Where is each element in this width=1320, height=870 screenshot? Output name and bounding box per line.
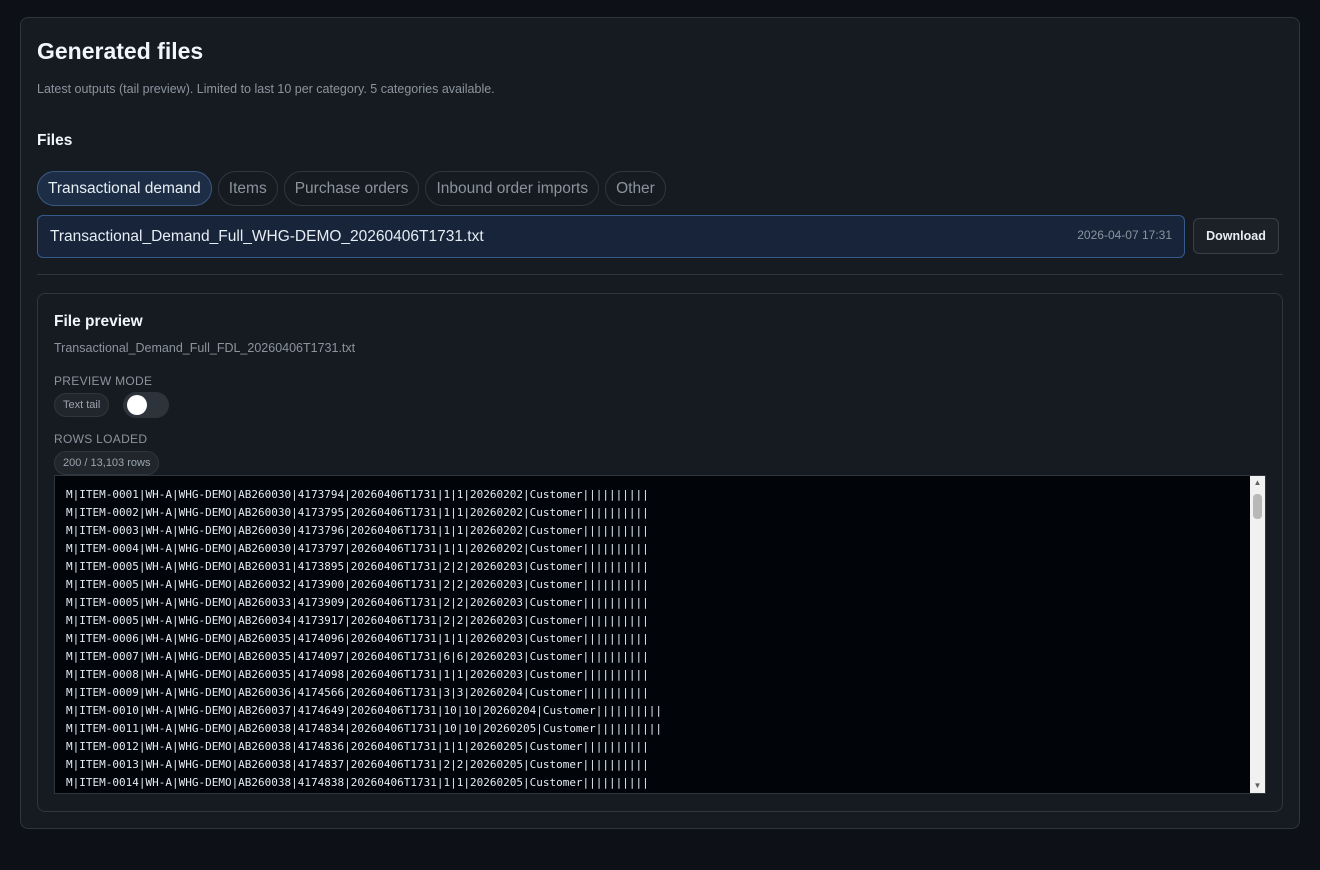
page-title: Generated files (37, 38, 204, 64)
console-line: M|ITEM-0004|WH-A|WHG-DEMO|AB260030|41737… (66, 542, 649, 555)
console-line: M|ITEM-0013|WH-A|WHG-DEMO|AB260038|41748… (66, 758, 649, 771)
page-subtitle: Latest outputs (tail preview). Limited t… (37, 82, 495, 96)
console-line: M|ITEM-0005|WH-A|WHG-DEMO|AB260034|41739… (66, 614, 649, 627)
console-line: M|ITEM-0007|WH-A|WHG-DEMO|AB260035|41740… (66, 650, 649, 663)
preview-filename: Transactional_Demand_Full_FDL_20260406T1… (54, 341, 356, 355)
console-line: M|ITEM-0008|WH-A|WHG-DEMO|AB260035|41740… (66, 668, 649, 681)
console-line: M|ITEM-0011|WH-A|WHG-DEMO|AB260038|41748… (66, 722, 663, 735)
console-line: M|ITEM-0012|WH-A|WHG-DEMO|AB260038|41748… (66, 740, 649, 753)
rows-loaded-label: ROWS LOADED (54, 432, 148, 446)
console-line: M|ITEM-0010|WH-A|WHG-DEMO|AB260037|41746… (66, 704, 663, 717)
file-date: 2026-04-07 17:31 (1077, 228, 1172, 242)
scroll-thumb[interactable] (1253, 494, 1262, 519)
scroll-down-arrow-icon[interactable]: ▼ (1250, 779, 1265, 793)
console-line: M|ITEM-0005|WH-A|WHG-DEMO|AB260033|41739… (66, 596, 649, 609)
console-lines: M|ITEM-0001|WH-A|WHG-DEMO|AB260030|41737… (66, 486, 662, 792)
tab-items[interactable]: Items (217, 171, 278, 206)
category-tabs: Transactional demand Items Purchase orde… (37, 171, 666, 206)
preview-title: File preview (54, 313, 143, 330)
selected-file-row[interactable]: Transactional_Demand_Full_WHG-DEMO_20260… (37, 215, 1185, 258)
vertical-scrollbar[interactable]: ▲ ▼ (1250, 476, 1265, 793)
rows-loaded-badge: 200 / 13,103 rows (54, 451, 160, 475)
tab-purchase-orders[interactable]: Purchase orders (283, 171, 420, 206)
tab-inbound-order-imports[interactable]: Inbound order imports (425, 171, 600, 206)
console-line: M|ITEM-0002|WH-A|WHG-DEMO|AB260030|41737… (66, 506, 649, 519)
tab-other[interactable]: Other (605, 171, 666, 206)
console-line: M|ITEM-0014|WH-A|WHG-DEMO|AB260038|41748… (66, 776, 649, 789)
preview-console[interactable]: M|ITEM-0001|WH-A|WHG-DEMO|AB260030|41737… (54, 475, 1266, 794)
console-line: M|ITEM-0006|WH-A|WHG-DEMO|AB260035|41740… (66, 632, 649, 645)
preview-mode-toggle[interactable] (123, 392, 169, 418)
file-preview-card: File preview Transactional_Demand_Full_F… (37, 293, 1283, 812)
files-heading: Files (37, 132, 73, 149)
console-line: M|ITEM-0009|WH-A|WHG-DEMO|AB260036|41745… (66, 686, 649, 699)
console-line: M|ITEM-0003|WH-A|WHG-DEMO|AB260030|41737… (66, 524, 649, 537)
console-line: M|ITEM-0005|WH-A|WHG-DEMO|AB260032|41739… (66, 578, 649, 591)
file-name: Transactional_Demand_Full_WHG-DEMO_20260… (50, 228, 484, 245)
tab-transactional-demand[interactable]: Transactional demand (37, 171, 212, 206)
preview-mode-badge: Text tail (54, 393, 110, 417)
scroll-up-arrow-icon[interactable]: ▲ (1250, 476, 1265, 490)
download-button[interactable]: Download (1193, 218, 1279, 254)
preview-mode-label: PREVIEW MODE (54, 374, 153, 388)
console-line: M|ITEM-0005|WH-A|WHG-DEMO|AB260031|41738… (66, 560, 649, 573)
generated-files-panel: Generated files Latest outputs (tail pre… (20, 17, 1300, 829)
console-line: M|ITEM-0001|WH-A|WHG-DEMO|AB260030|41737… (66, 488, 649, 501)
toggle-knob (127, 395, 147, 415)
divider (37, 274, 1283, 275)
